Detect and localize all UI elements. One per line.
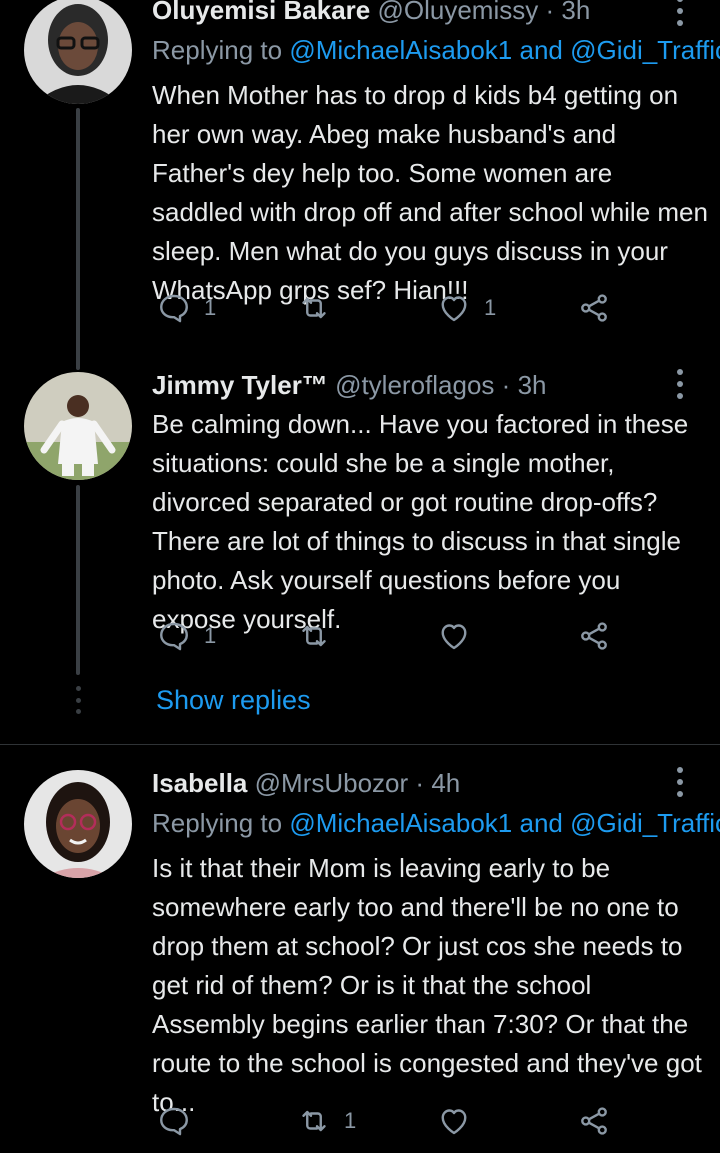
- reply-icon: [160, 294, 188, 323]
- tweet-oluyemisi[interactable]: Oluyemisi Bakare @Oluyemissy · 3h Replyi…: [0, 0, 720, 370]
- share-icon: [581, 622, 607, 650]
- tweet-header: Isabella @MrsUbozor · 4h: [152, 765, 660, 801]
- retweet-icon: [302, 625, 326, 647]
- retweet-count: 1: [344, 1108, 357, 1133]
- thread-more-dots: [74, 686, 82, 714]
- tweet-text: When Mother has to drop d kids b4 gettin…: [152, 80, 708, 305]
- author-handle[interactable]: @MrsUbozor: [255, 768, 409, 798]
- mention-link[interactable]: @MichaelAisabok1: [289, 808, 512, 838]
- share-button[interactable]: [576, 1101, 612, 1141]
- replying-to-label: Replying to: [152, 808, 290, 838]
- reply-icon: [160, 622, 188, 651]
- show-replies-link[interactable]: Show replies: [156, 682, 311, 718]
- replying-to: Replying to @MichaelAisabok1 and @Gidi_T…: [152, 805, 720, 841]
- retweet-button[interactable]: [296, 616, 344, 656]
- author-handle[interactable]: @Oluyemissy: [377, 0, 538, 25]
- more-options-icon[interactable]: [667, 0, 693, 26]
- timestamp[interactable]: 3h: [561, 0, 590, 25]
- tweet-actions: 1: [152, 616, 622, 656]
- like-icon: [441, 296, 467, 322]
- retweet-button[interactable]: 1: [296, 1101, 356, 1141]
- avatar[interactable]: [24, 372, 132, 480]
- tweet-header: Oluyemisi Bakare @Oluyemissy · 3h: [152, 0, 660, 28]
- mention-link[interactable]: @MichaelAisabok1: [289, 35, 512, 65]
- avatar[interactable]: [24, 770, 132, 878]
- share-button[interactable]: [576, 288, 612, 328]
- reply-button[interactable]: 1: [156, 288, 216, 328]
- and-label: and: [512, 808, 571, 838]
- thread-line: [76, 485, 80, 675]
- like-icon: [441, 624, 467, 650]
- retweet-icon: [302, 1110, 326, 1132]
- replying-to: Replying to @MichaelAisabok1 and @Gidi_T…: [152, 32, 720, 68]
- retweet-button[interactable]: [296, 288, 344, 328]
- and-label: and: [512, 35, 571, 65]
- like-count: 1: [484, 295, 497, 320]
- author-name[interactable]: Isabella: [152, 768, 247, 798]
- timestamp[interactable]: 4h: [431, 768, 460, 798]
- tweet-actions: 1: [152, 1101, 622, 1141]
- more-options-icon[interactable]: [667, 369, 693, 399]
- more-options-icon[interactable]: [667, 767, 693, 797]
- like-button[interactable]: 1: [436, 288, 496, 328]
- tweet-text: Be calming down... Have you factored in …: [152, 409, 689, 634]
- like-button[interactable]: [436, 616, 484, 656]
- author-name[interactable]: Oluyemisi Bakare: [152, 0, 370, 25]
- mention-link[interactable]: @Gidi_Traffic: [570, 35, 720, 65]
- share-icon: [581, 294, 607, 322]
- reply-count: 1: [204, 623, 217, 648]
- tweet-header: Jimmy Tyler™ @tyleroflagos · 3h: [152, 367, 660, 403]
- like-button[interactable]: [436, 1101, 484, 1141]
- like-icon: [441, 1109, 467, 1135]
- retweet-icon: [302, 297, 326, 319]
- thread-line: [76, 108, 80, 370]
- tweet-isabella[interactable]: Isabella @MrsUbozor · 4h Replying to @Mi…: [0, 745, 720, 1153]
- author-handle[interactable]: @tyleroflagos: [335, 370, 494, 400]
- timestamp[interactable]: 3h: [518, 370, 547, 400]
- avatar[interactable]: [24, 0, 132, 104]
- mention-link[interactable]: @Gidi_Traffic: [570, 808, 720, 838]
- share-icon: [581, 1107, 607, 1135]
- share-button[interactable]: [576, 616, 612, 656]
- reply-count: 1: [204, 295, 217, 320]
- tweet-actions: 1 1: [152, 288, 622, 328]
- separator: ·: [545, 0, 555, 25]
- reply-icon: [160, 1107, 188, 1136]
- separator: ·: [501, 370, 511, 400]
- tweet-jimmy[interactable]: Jimmy Tyler™ @tyleroflagos · 3h Be calmi…: [0, 345, 720, 745]
- replying-to-label: Replying to: [152, 35, 290, 65]
- author-name[interactable]: Jimmy Tyler™: [152, 370, 328, 400]
- reply-button[interactable]: 1: [156, 616, 216, 656]
- reply-button[interactable]: [156, 1101, 204, 1141]
- tweet-text: Is it that their Mom is leaving early to…: [152, 853, 702, 1117]
- separator: ·: [415, 768, 425, 798]
